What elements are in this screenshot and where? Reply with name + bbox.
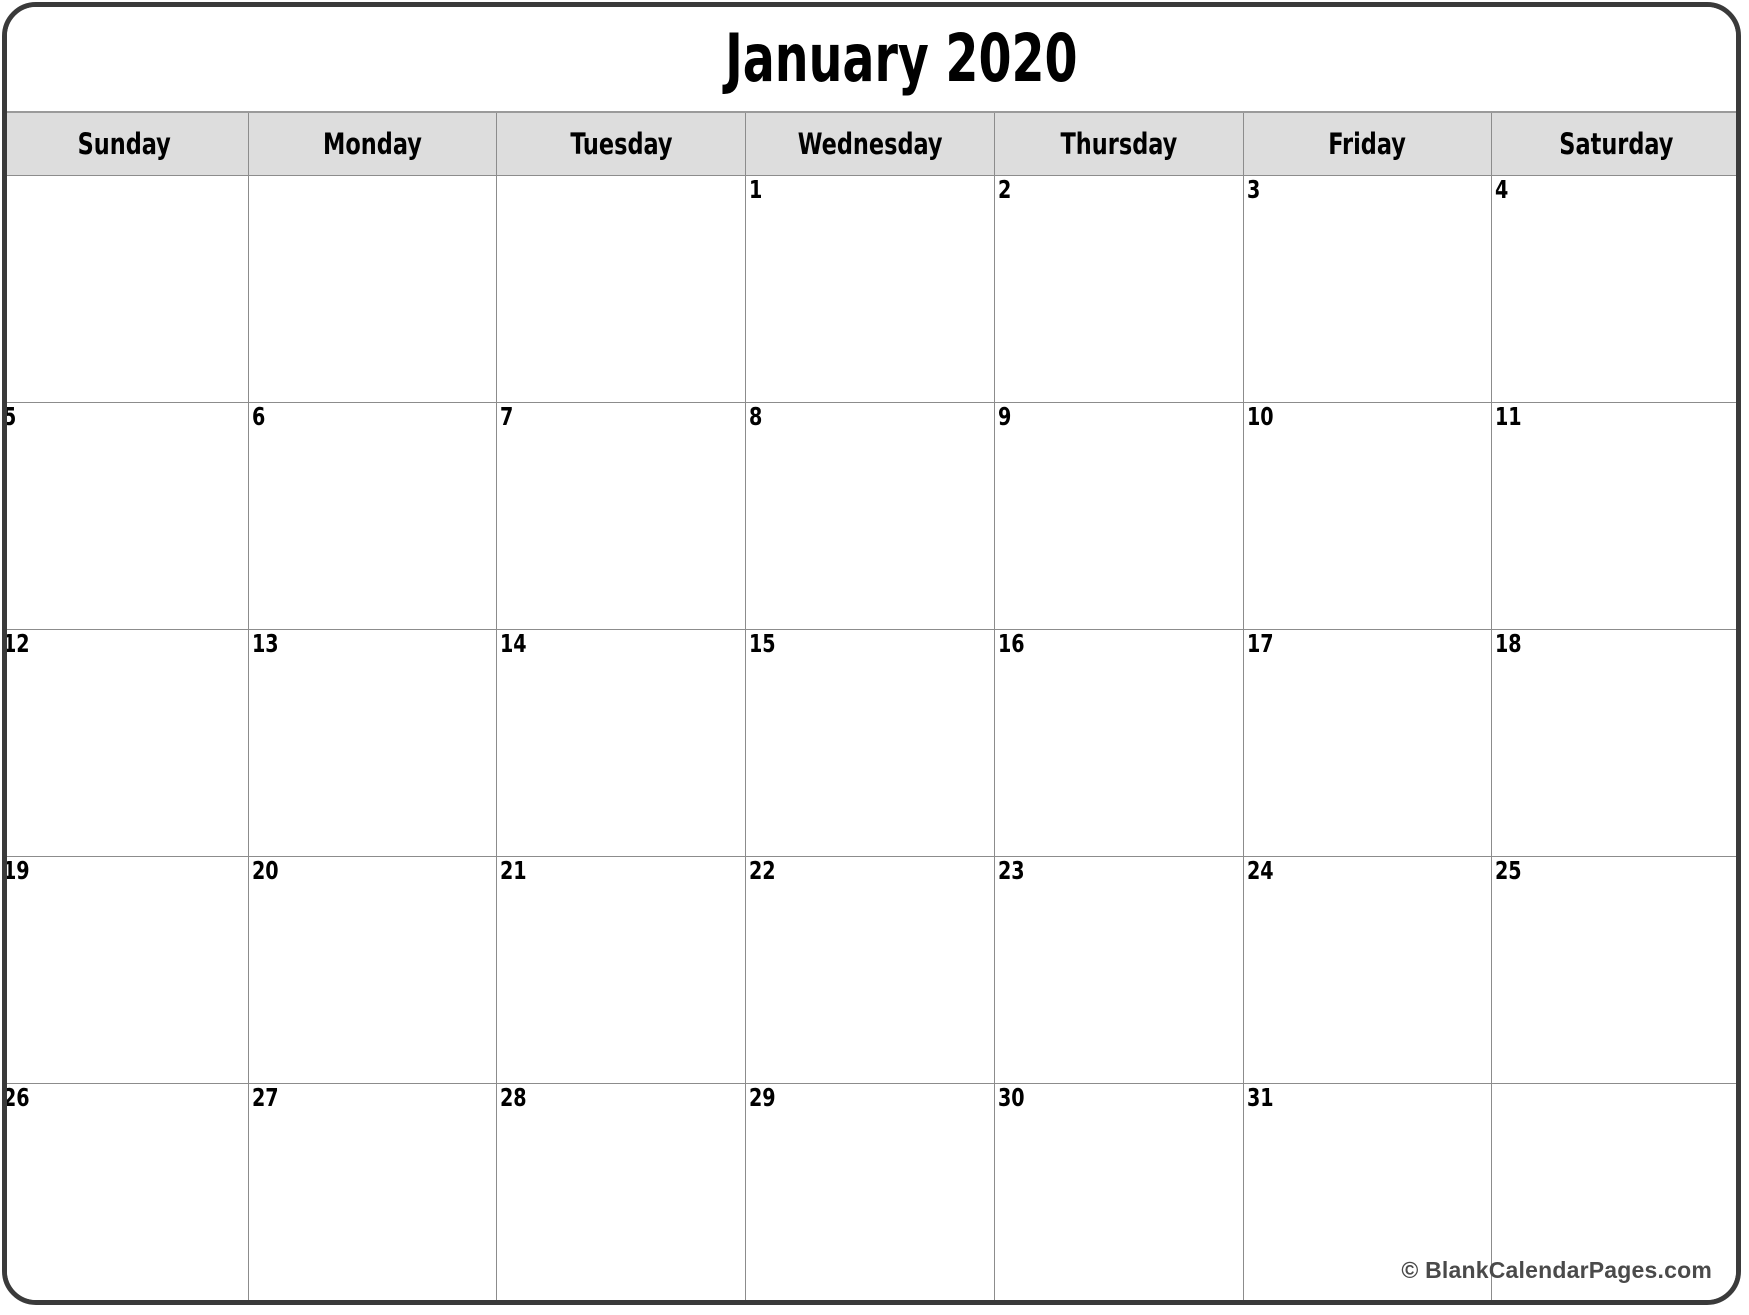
date-number: 24 — [1246, 856, 1274, 885]
day-cell[interactable]: 9 — [993, 402, 1244, 630]
weekday-header-friday: Friday — [1242, 111, 1493, 176]
day-cell[interactable]: 19 — [3, 856, 249, 1084]
date-number: 7 — [500, 402, 514, 431]
page-title: January 2020 — [725, 20, 1078, 97]
date-number: 16 — [997, 629, 1025, 658]
calendar-body: 1 2 3 4 5 6 7 8 9 10 11 12 13 14 15 16 1… — [3, 175, 1736, 1300]
day-cell[interactable]: 22 — [745, 856, 995, 1084]
date-number: 18 — [1495, 629, 1522, 658]
site-credit: © BlankCalendarPages.com — [1401, 1257, 1712, 1283]
day-cell[interactable]: 17 — [1242, 629, 1493, 857]
date-number: 9 — [997, 402, 1012, 431]
date-number: 11 — [1495, 402, 1522, 431]
day-cell[interactable]: 18 — [1491, 629, 1736, 857]
weekday-header-thursday: Thursday — [993, 111, 1244, 176]
date-number: 14 — [500, 629, 528, 658]
day-cell[interactable]: 28 — [496, 1083, 747, 1300]
weekday-header-label: Sunday — [77, 127, 171, 161]
weekday-header-sunday: Sunday — [7, 111, 249, 176]
day-cell[interactable]: 6 — [247, 402, 498, 630]
week-row: 19 20 21 22 23 24 25 — [3, 856, 1736, 1084]
weekday-header-tuesday: Tuesday — [496, 111, 747, 176]
date-number: 3 — [1246, 175, 1260, 204]
date-number: 20 — [251, 856, 279, 885]
day-cell[interactable]: 21 — [496, 856, 747, 1084]
date-number: 1 — [749, 175, 763, 204]
date-number: 23 — [997, 856, 1025, 885]
date-number: 26 — [3, 1083, 30, 1112]
day-cell[interactable]: 15 — [745, 629, 995, 857]
day-cell[interactable]: 24 — [1242, 856, 1493, 1084]
day-cell[interactable]: 2 — [993, 175, 1244, 403]
calendar-grid-container: Sunday Monday Tuesday Wednesday Thursday — [3, 111, 1736, 1300]
day-cell[interactable]: 11 — [1491, 402, 1736, 630]
date-number: 22 — [749, 856, 776, 885]
day-cell[interactable]: 10 — [1242, 402, 1493, 630]
date-number: 10 — [1246, 402, 1274, 431]
day-cell[interactable]: 26 — [3, 1083, 249, 1300]
weekday-header-label: Thursday — [1060, 127, 1178, 161]
day-cell[interactable]: 23 — [993, 856, 1244, 1084]
day-cell[interactable]: 13 — [247, 629, 498, 857]
weekday-header-label: Wednesday — [797, 127, 943, 161]
day-cell[interactable]: 12 — [3, 629, 249, 857]
day-cell[interactable] — [247, 175, 498, 403]
calendar-page: January 2020 Sunday Monday Tuesday Wedne… — [2, 2, 1741, 1305]
day-cell[interactable] — [496, 175, 747, 403]
date-number: 2 — [997, 175, 1012, 204]
date-number: 28 — [500, 1083, 528, 1112]
date-number: 21 — [500, 856, 528, 885]
day-cell[interactable]: 1 — [745, 175, 995, 403]
week-row: 5 6 7 8 9 10 11 — [3, 402, 1736, 630]
week-row: 12 13 14 15 16 17 18 — [3, 629, 1736, 857]
day-cell[interactable]: 29 — [745, 1083, 995, 1300]
day-cell[interactable]: 14 — [496, 629, 747, 857]
day-cell[interactable]: 5 — [3, 402, 249, 630]
date-number: 13 — [251, 629, 279, 658]
day-cell[interactable]: 4 — [1491, 175, 1736, 403]
date-number: 15 — [749, 629, 776, 658]
day-cell[interactable]: 25 — [1491, 856, 1736, 1084]
weekday-header-label: Saturday — [1559, 127, 1674, 161]
date-number: 6 — [251, 402, 266, 431]
day-cell[interactable]: 27 — [247, 1083, 498, 1300]
weekday-header-row: Sunday Monday Tuesday Wednesday Thursday — [7, 111, 1736, 176]
weekday-header-monday: Monday — [247, 111, 498, 176]
date-number: 19 — [3, 856, 30, 885]
date-number: 5 — [3, 402, 17, 431]
date-number: 4 — [1495, 175, 1509, 204]
weekday-header-label: Tuesday — [570, 127, 673, 161]
calendar-grid: Sunday Monday Tuesday Wednesday Thursday — [3, 111, 1736, 1300]
date-number: 29 — [749, 1083, 776, 1112]
date-number: 30 — [997, 1083, 1025, 1112]
weekday-header-label: Friday — [1328, 127, 1407, 161]
date-number: 8 — [749, 402, 763, 431]
weekday-header-label: Monday — [323, 127, 422, 161]
date-number: 25 — [1495, 856, 1522, 885]
date-number: 31 — [1246, 1083, 1274, 1112]
weekday-header-wednesday: Wednesday — [745, 111, 995, 176]
week-row: 1 2 3 4 — [7, 175, 1736, 403]
day-cell[interactable]: 7 — [496, 402, 747, 630]
title-band: January 2020 — [7, 7, 1736, 111]
day-cell[interactable]: 3 — [1242, 175, 1493, 403]
day-cell[interactable] — [7, 175, 249, 403]
date-number: 17 — [1246, 629, 1274, 658]
day-cell[interactable]: 20 — [247, 856, 498, 1084]
day-cell[interactable]: 8 — [745, 402, 995, 630]
date-number: 27 — [251, 1083, 279, 1112]
weekday-header-saturday: Saturday — [1491, 111, 1736, 176]
day-cell[interactable]: 16 — [993, 629, 1244, 857]
date-number: 12 — [3, 629, 30, 658]
day-cell[interactable]: 30 — [993, 1083, 1244, 1300]
